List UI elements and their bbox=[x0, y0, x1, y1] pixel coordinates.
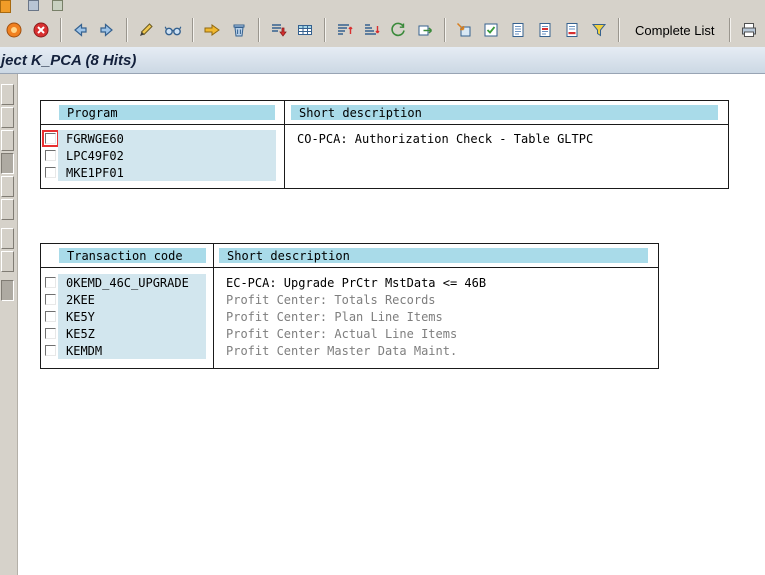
programs-table-body: FGRWGE60 CO-PCA: Authorization Check - T… bbox=[41, 125, 728, 188]
column-header-transaction-code: Transaction code bbox=[59, 248, 206, 263]
toolbar-separator bbox=[126, 18, 128, 42]
sort-descending-icon[interactable] bbox=[358, 17, 384, 43]
title-bar: ject K_PCA (8 Hits) bbox=[0, 47, 765, 74]
open-object-icon[interactable] bbox=[412, 17, 438, 43]
table-row: LPC49F02 bbox=[41, 147, 728, 164]
display-glasses-icon[interactable] bbox=[160, 17, 186, 43]
table-row: KE5Y Profit Center: Plan Line Items bbox=[41, 308, 658, 325]
program-cell[interactable]: FGRWGE60 bbox=[58, 130, 276, 147]
forward-icon[interactable] bbox=[94, 17, 120, 43]
description-cell: Profit Center: Actual Line Items bbox=[226, 326, 458, 341]
row-checkbox[interactable] bbox=[45, 167, 56, 178]
toolbar-separator bbox=[729, 18, 732, 42]
panel-edge-button[interactable] bbox=[1, 84, 14, 105]
partial-icon[interactable] bbox=[28, 0, 39, 11]
table-row: 0KEMD_46C_UPGRADE EC-PCA: Upgrade PrCtr … bbox=[41, 274, 658, 291]
panel-edge-button[interactable] bbox=[1, 176, 14, 197]
table-row: 2KEE Profit Center: Totals Records bbox=[41, 291, 658, 308]
panel-edge-button[interactable] bbox=[1, 228, 14, 249]
row-checkbox[interactable] bbox=[45, 277, 56, 288]
column-header-short-description: Short description bbox=[219, 248, 648, 263]
complete-list-button[interactable]: Complete List bbox=[625, 20, 724, 41]
partial-icon[interactable] bbox=[0, 0, 11, 13]
session-icon[interactable] bbox=[1, 17, 27, 43]
column-divider bbox=[284, 101, 285, 188]
description-cell: Profit Center: Totals Records bbox=[226, 292, 436, 307]
table-row: KE5Z Profit Center: Actual Line Items bbox=[41, 325, 658, 342]
filter-icon[interactable] bbox=[586, 17, 612, 43]
program-cell[interactable]: LPC49F02 bbox=[58, 147, 276, 164]
table-row: MKE1PF01 bbox=[41, 164, 728, 181]
sort-ascending-icon[interactable] bbox=[331, 17, 357, 43]
program-cell[interactable]: MKE1PF01 bbox=[58, 164, 276, 181]
column-header-program: Program bbox=[59, 105, 275, 120]
row-checkbox[interactable] bbox=[45, 294, 56, 305]
panel-edge-button[interactable] bbox=[1, 251, 14, 272]
document-icon[interactable] bbox=[532, 17, 558, 43]
transactions-table-header: Transaction code Short description bbox=[41, 244, 658, 267]
programs-table: Program Short description FGRWGE60 CO-PC… bbox=[40, 100, 729, 189]
panel-edge-button[interactable] bbox=[1, 130, 14, 151]
description-cell: Profit Center Master Data Maint. bbox=[226, 343, 458, 358]
other-object-icon[interactable] bbox=[199, 17, 225, 43]
row-checkbox[interactable] bbox=[45, 150, 56, 161]
detail-icon[interactable] bbox=[505, 17, 531, 43]
clipped-upper-toolbar bbox=[0, 0, 765, 13]
row-checkbox[interactable] bbox=[45, 311, 56, 322]
toolbar-separator bbox=[324, 18, 326, 42]
panel-edge-button[interactable] bbox=[1, 280, 14, 301]
row-checkbox[interactable] bbox=[42, 130, 59, 147]
delete-trash-icon[interactable] bbox=[226, 17, 252, 43]
transaction-code-cell[interactable]: 2KEE bbox=[58, 291, 206, 308]
transactions-table: Transaction code Short description 0KEMD… bbox=[40, 243, 659, 369]
refresh-icon[interactable] bbox=[385, 17, 411, 43]
description-cell: Profit Center: Plan Line Items bbox=[226, 309, 443, 324]
transaction-code-cell[interactable]: 0KEMD_46C_UPGRADE bbox=[58, 274, 206, 291]
export-icon[interactable] bbox=[265, 17, 291, 43]
remove-line-icon[interactable] bbox=[559, 17, 585, 43]
toolbar: Complete List bbox=[0, 0, 765, 48]
toolbar-separator bbox=[618, 18, 620, 42]
column-divider bbox=[213, 244, 214, 368]
panel-edge-button[interactable] bbox=[1, 153, 14, 174]
toolbar-separator bbox=[444, 18, 446, 42]
table-view-icon[interactable] bbox=[292, 17, 318, 43]
transaction-code-cell[interactable]: KE5Y bbox=[58, 308, 206, 325]
transactions-table-body: 0KEMD_46C_UPGRADE EC-PCA: Upgrade PrCtr … bbox=[41, 268, 658, 368]
toolbar-separator bbox=[60, 18, 62, 42]
edit-pencil-icon[interactable] bbox=[133, 17, 159, 43]
checklist-icon[interactable] bbox=[478, 17, 504, 43]
clipped-left-panel bbox=[0, 74, 18, 575]
programs-table-header: Program Short description bbox=[41, 101, 728, 124]
panel-edge-button[interactable] bbox=[1, 199, 14, 220]
partial-icon[interactable] bbox=[52, 0, 63, 11]
table-row: FGRWGE60 CO-PCA: Authorization Check - T… bbox=[41, 130, 728, 147]
description-cell: CO-PCA: Authorization Check - Table GLTP… bbox=[297, 131, 594, 146]
table-row: KEMDM Profit Center Master Data Maint. bbox=[41, 342, 658, 359]
page-title: ject K_PCA (8 Hits) bbox=[1, 51, 137, 69]
toolbar-separator bbox=[258, 18, 260, 42]
description-cell: EC-PCA: Upgrade PrCtr MstData <= 46B bbox=[226, 275, 487, 290]
transaction-code-cell[interactable]: KE5Z bbox=[58, 325, 206, 342]
transaction-code-cell[interactable]: KEMDM bbox=[58, 342, 206, 359]
toolbar-separator bbox=[192, 18, 194, 42]
panel-edge-button[interactable] bbox=[1, 107, 14, 128]
application-toolbar: Complete List bbox=[0, 15, 765, 45]
column-header-short-description: Short description bbox=[291, 105, 718, 120]
row-checkbox[interactable] bbox=[45, 328, 56, 339]
print-icon[interactable] bbox=[736, 17, 762, 43]
row-checkbox[interactable] bbox=[45, 345, 56, 356]
import-icon[interactable] bbox=[451, 17, 477, 43]
back-icon[interactable] bbox=[67, 17, 93, 43]
cancel-icon[interactable] bbox=[28, 17, 54, 43]
